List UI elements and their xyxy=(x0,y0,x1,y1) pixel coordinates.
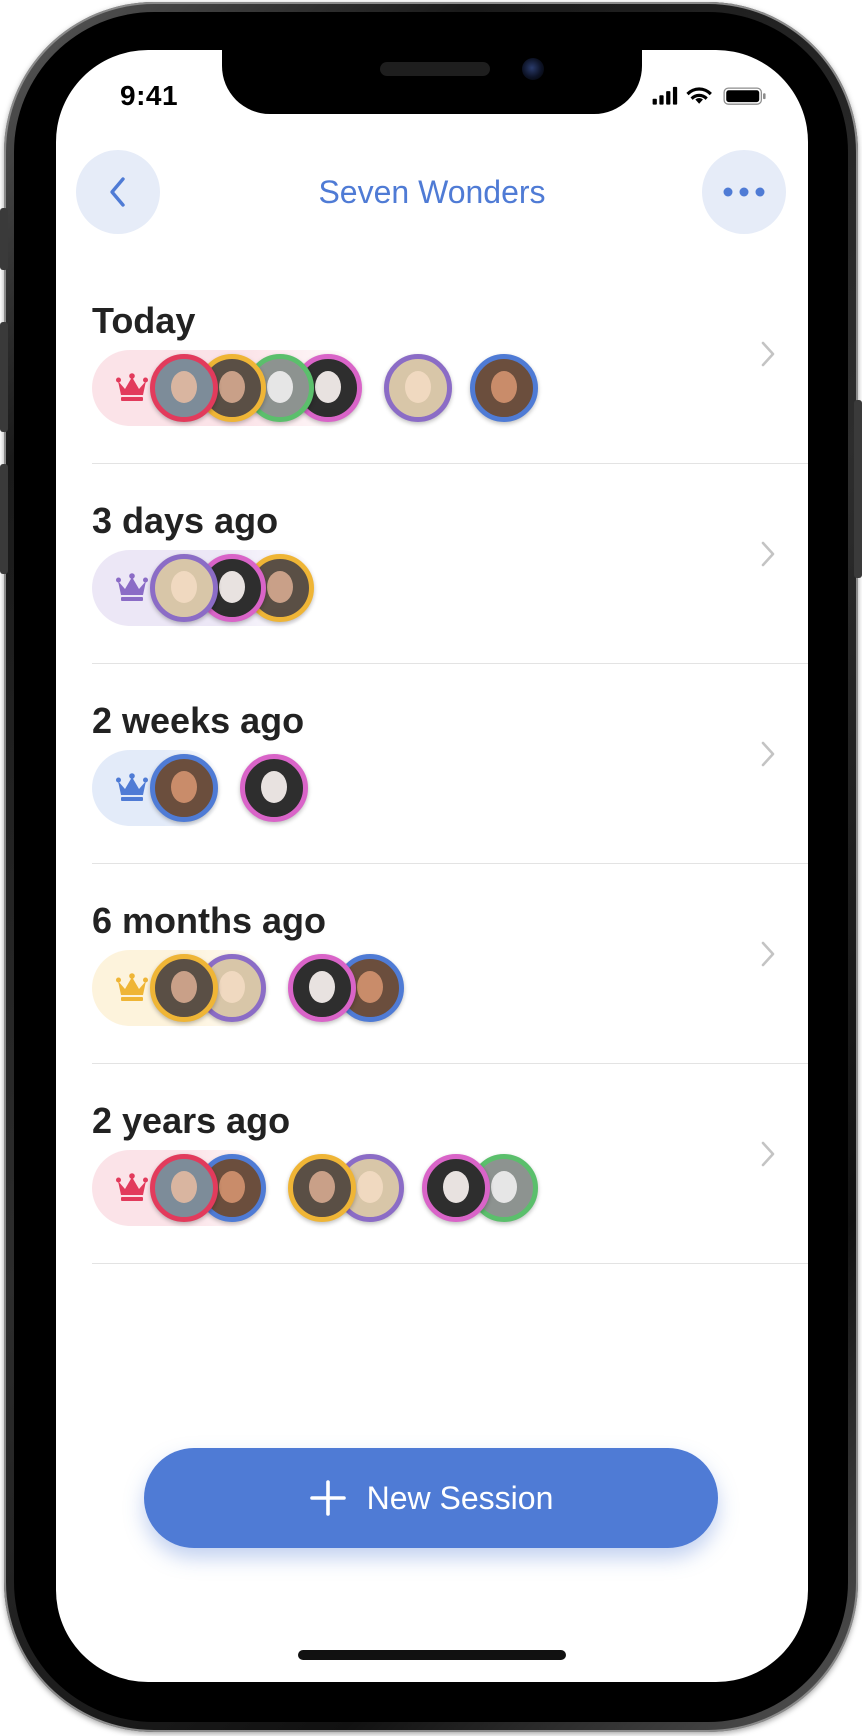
player-avatar xyxy=(470,354,538,422)
session-row[interactable]: Today xyxy=(92,264,808,464)
home-indicator xyxy=(298,1650,566,1660)
player-avatar xyxy=(288,1154,356,1222)
page-title: Seven Wonders xyxy=(318,174,546,210)
player-avatar xyxy=(422,1154,490,1222)
player-avatar xyxy=(150,554,218,622)
player-avatar xyxy=(150,754,218,822)
new-session-button[interactable]: New Session xyxy=(144,1448,718,1548)
session-date: 2 years ago xyxy=(92,1100,291,1141)
crown-icon xyxy=(116,573,148,601)
player-avatar xyxy=(288,954,356,1022)
session-date: 6 months ago xyxy=(92,900,327,941)
player-avatar xyxy=(150,1154,218,1222)
player-avatar xyxy=(150,354,218,422)
status-icons xyxy=(652,86,766,105)
player-avatar xyxy=(384,354,452,422)
session-row[interactable]: 6 months ago xyxy=(92,864,808,1064)
phone-mute-switch xyxy=(0,208,8,270)
chevron-right-icon xyxy=(761,341,775,367)
crown-icon xyxy=(116,773,148,801)
phone-volume-up xyxy=(0,322,8,432)
chevron-right-icon xyxy=(761,941,775,967)
crown-icon xyxy=(116,1173,148,1201)
front-camera xyxy=(522,58,544,80)
session-row[interactable]: 3 days ago xyxy=(92,464,808,664)
session-date: Today xyxy=(92,300,196,341)
screen: 9:41 Seven Wonders Today 3 days ago 2 we… xyxy=(56,50,808,1682)
row-divider xyxy=(92,1263,808,1264)
session-date: 3 days ago xyxy=(92,500,279,541)
crown-icon xyxy=(116,973,148,1001)
player-avatar xyxy=(240,754,308,822)
more-button[interactable] xyxy=(702,150,786,234)
notch xyxy=(222,50,642,114)
phone-power-button xyxy=(854,400,862,578)
status-time: 9:41 xyxy=(120,80,179,111)
chevron-right-icon xyxy=(761,1141,775,1167)
wifi-icon xyxy=(686,87,712,104)
chevron-right-icon xyxy=(761,741,775,767)
plus-icon xyxy=(309,1480,346,1516)
session-date: 2 weeks ago xyxy=(92,700,305,741)
session-row[interactable]: 2 weeks ago xyxy=(92,664,808,864)
battery-icon xyxy=(723,87,766,105)
player-avatar xyxy=(150,954,218,1022)
new-session-label: New Session xyxy=(366,1479,554,1516)
ellipsis-icon xyxy=(723,187,765,197)
chevron-right-icon xyxy=(761,541,775,567)
cellular-signal-icon xyxy=(652,86,678,105)
session-row[interactable]: 2 years ago xyxy=(92,1064,808,1264)
crown-icon xyxy=(116,373,148,401)
speaker-grille xyxy=(380,62,490,76)
phone-volume-down xyxy=(0,464,8,574)
